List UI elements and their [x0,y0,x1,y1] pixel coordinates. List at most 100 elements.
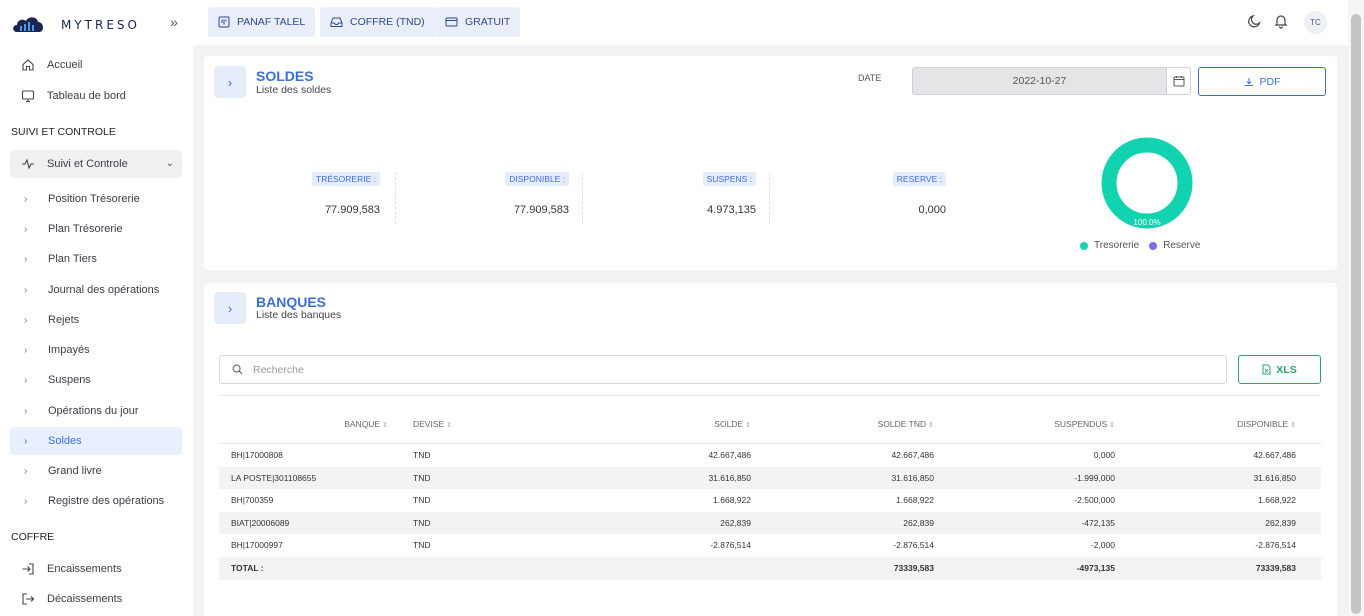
cell-solde-tnd: -2.876,514 [893,540,934,551]
sidebar-item-label: Opérations du jour [48,405,139,417]
sidebar-item-encaissements[interactable]: Encaissements [10,555,182,583]
col-header-suspendus[interactable]: SUSPENDUS ⇕ [1054,419,1115,429]
sidebar-item-soldes[interactable]: › Soldes [10,427,182,455]
bell-icon[interactable] [1273,13,1289,32]
sidebar-item-suspens[interactable]: › Suspens [10,366,182,394]
cell-suspendus: -2,000 [1090,540,1115,551]
avatar[interactable]: TC [1304,11,1327,34]
sidebar-item-label: Soldes [48,435,82,447]
legend-label: Reserve [1163,240,1201,251]
cell-suspendus: -1.999,000 [1074,472,1115,483]
divider [219,395,1321,396]
col-header-devise[interactable]: DEVISE ⇕ [413,419,452,429]
table-row[interactable]: BIAT|20006089 TND 262,839 262,839 -472,1… [219,511,1321,535]
cell-devise: TND [413,540,431,551]
sidebar-item-impayes[interactable]: › Impayés [10,336,182,364]
download-icon [1244,77,1253,86]
col-header-banque[interactable]: BANQUE ⇕ [344,419,388,429]
sidebar-item-position-tresorerie[interactable]: › Position Trésorerie [10,185,182,213]
plan-button[interactable]: GRATUIT [435,7,521,37]
cell-solde: 42.667,486 [708,450,751,460]
stat-label: TRÉSORERIE : [312,172,380,186]
scrollbar-thumb[interactable] [1351,14,1361,614]
search-input[interactable]: Recherche [253,364,304,376]
legend-item-tresorerie[interactable]: Tresorerie [1080,240,1139,251]
file-excel-icon [1262,364,1271,375]
banques-toggle-button[interactable]: › [214,292,246,324]
cell-suspendus: -472,135 [1081,517,1115,528]
sidebar-item-label: Rejets [48,314,80,326]
cloud-logo-icon [13,17,44,32]
sidebar-group-label: Suivi et Controle [47,158,128,170]
stat-divider [582,172,583,224]
sidebar-item-decaissements[interactable]: Décaissements [10,585,182,613]
cell-banque: BH|17000808 [231,450,283,460]
chevron-right-icon: › [24,284,28,296]
table-row[interactable]: BH|700359 TND 1.668,922 1.668,922 -2.500… [219,489,1321,512]
sidebar-item-tableau-de-bord[interactable]: Tableau de bord [10,82,182,110]
chevron-right-icon: › [24,344,28,356]
sidebar-item-rejets[interactable]: › Rejets [10,306,182,334]
legend-label: Tresorerie [1094,240,1140,251]
sidebar-item-plan-tresorerie[interactable]: › Plan Trésorerie [10,215,182,243]
company-label: PANAF TALEL [237,16,306,28]
pdf-button[interactable]: PDF [1198,67,1326,96]
sort-icon: ⇕ [1109,422,1115,429]
sidebar-item-journal-des-operations[interactable]: › Journal des opérations [10,276,182,304]
sidebar: MYTRESO » Accueil Tableau de bord SUIVI … [0,0,193,616]
sidebar-item-plan-tiers[interactable]: › Plan Tiers [10,245,182,273]
chevron-right-icon: › [227,300,233,316]
cell-solde-tnd: 1.668,922 [896,495,934,506]
sidebar-item-registre-des-operations[interactable]: › Registre des opérations [10,487,182,515]
col-header-solde[interactable]: SOLDE ⇕ [714,419,751,429]
table-row[interactable]: BH|17000808 TND 42.667,486 42.667,486 0,… [219,444,1321,467]
cell-suspendus: 0,000 [1093,450,1115,460]
sidebar-item-label: Décaissements [47,593,123,605]
table-row[interactable]: LA POSTE|301108655 TND 31.616,850 31.616… [219,466,1321,490]
soldes-toggle-button[interactable]: › [214,66,246,98]
company-button[interactable]: PANAF TALEL [208,7,316,37]
coffre-button[interactable]: COFFRE (TND) [320,7,435,37]
calendar-icon[interactable] [1167,67,1191,95]
monitor-icon [20,88,36,104]
credit-card-icon [445,17,458,27]
cell-devise: TND [413,495,431,506]
logo[interactable]: MYTRESO » [11,12,186,36]
sort-icon: ⇕ [382,422,388,429]
dark-mode-icon[interactable] [1247,13,1263,32]
sort-icon: ⇕ [745,422,751,429]
col-header-solde-tnd[interactable]: SOLDE TND ⇕ [878,419,934,429]
sidebar-item-accueil[interactable]: Accueil [10,51,182,79]
cell-solde: 262,839 [720,517,751,528]
col-header-disponible[interactable]: DISPONIBLE ⇕ [1237,419,1296,429]
sidebar-item-operations-du-jour[interactable]: › Opérations du jour [10,397,182,425]
xls-export-button[interactable]: XLS [1238,355,1321,384]
cell-disponible: 1.668,922 [1258,495,1296,506]
cell-disponible: 31.616,850 [1253,472,1296,483]
chevron-right-icon: › [24,465,28,477]
sidebar-item-label: Suspens [48,374,91,386]
chevron-right-icon: › [24,435,28,447]
cell-solde: 31.616,850 [708,472,751,483]
collapse-sidebar-icon[interactable]: » [164,14,184,34]
total-suspendus: -4973,135 [1076,562,1115,573]
sidebar-group-suivi-et-controle[interactable]: Suivi et Controle ⌄ [10,150,182,178]
stat-label: SUSPENS : [702,172,756,186]
legend-item-reserve[interactable]: Reserve [1149,240,1200,251]
search-field[interactable]: Recherche [219,355,1227,384]
banques-title: BANQUES [256,294,327,310]
donut-slice-tresorerie[interactable] [1101,137,1193,229]
cell-solde-tnd: 31.616,850 [891,472,934,483]
page-scrollbar[interactable] [1348,0,1364,616]
cell-solde-tnd: 42.667,486 [891,450,934,460]
soldes-donut-chart: 100.0% [1097,133,1197,233]
total-solde-tnd: 73339,583 [893,562,934,573]
table-header: BANQUE ⇕ DEVISE ⇕ SOLDE ⇕ SOLDE TND ⇕ SUSPEN… [219,411,1321,444]
total-disponible: 73339,583 [1255,562,1296,573]
date-input[interactable]: 2022-10-27 [912,67,1167,95]
table-row[interactable]: BH|17000997 TND -2.876,514 -2.876,514 -2… [219,534,1321,557]
chevron-down-icon: ⌄ [165,158,174,169]
sidebar-item-label: Registre des opérations [48,495,165,507]
kanban-icon [218,16,230,28]
sidebar-item-grand-livre[interactable]: › Grand livre [10,457,182,485]
